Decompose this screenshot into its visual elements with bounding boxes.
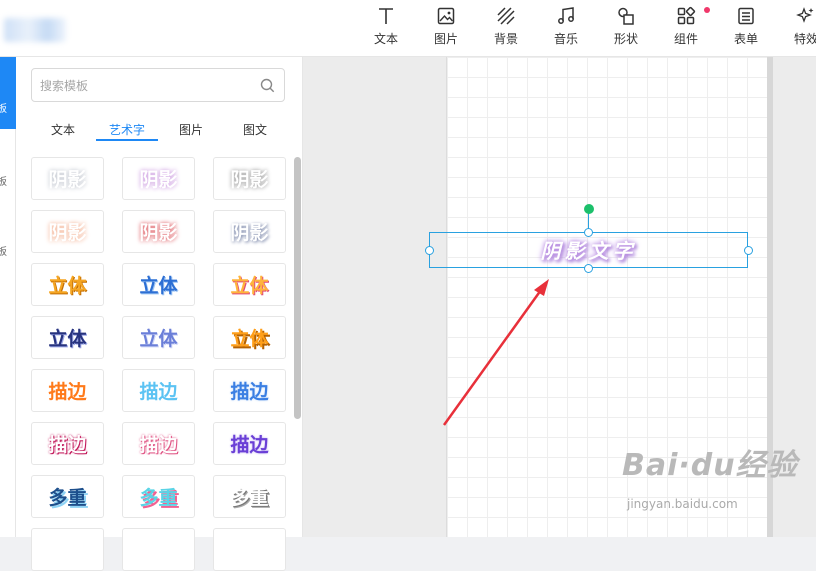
watermark-logo: Bai·du经验	[622, 448, 798, 483]
watermark-url: jingyan.baidu.com	[627, 497, 738, 511]
arrow-head-icon	[534, 279, 549, 296]
arrow-shaft	[442, 289, 543, 426]
watermark: Bai·du经验 jingyan.baidu.com	[622, 440, 798, 511]
